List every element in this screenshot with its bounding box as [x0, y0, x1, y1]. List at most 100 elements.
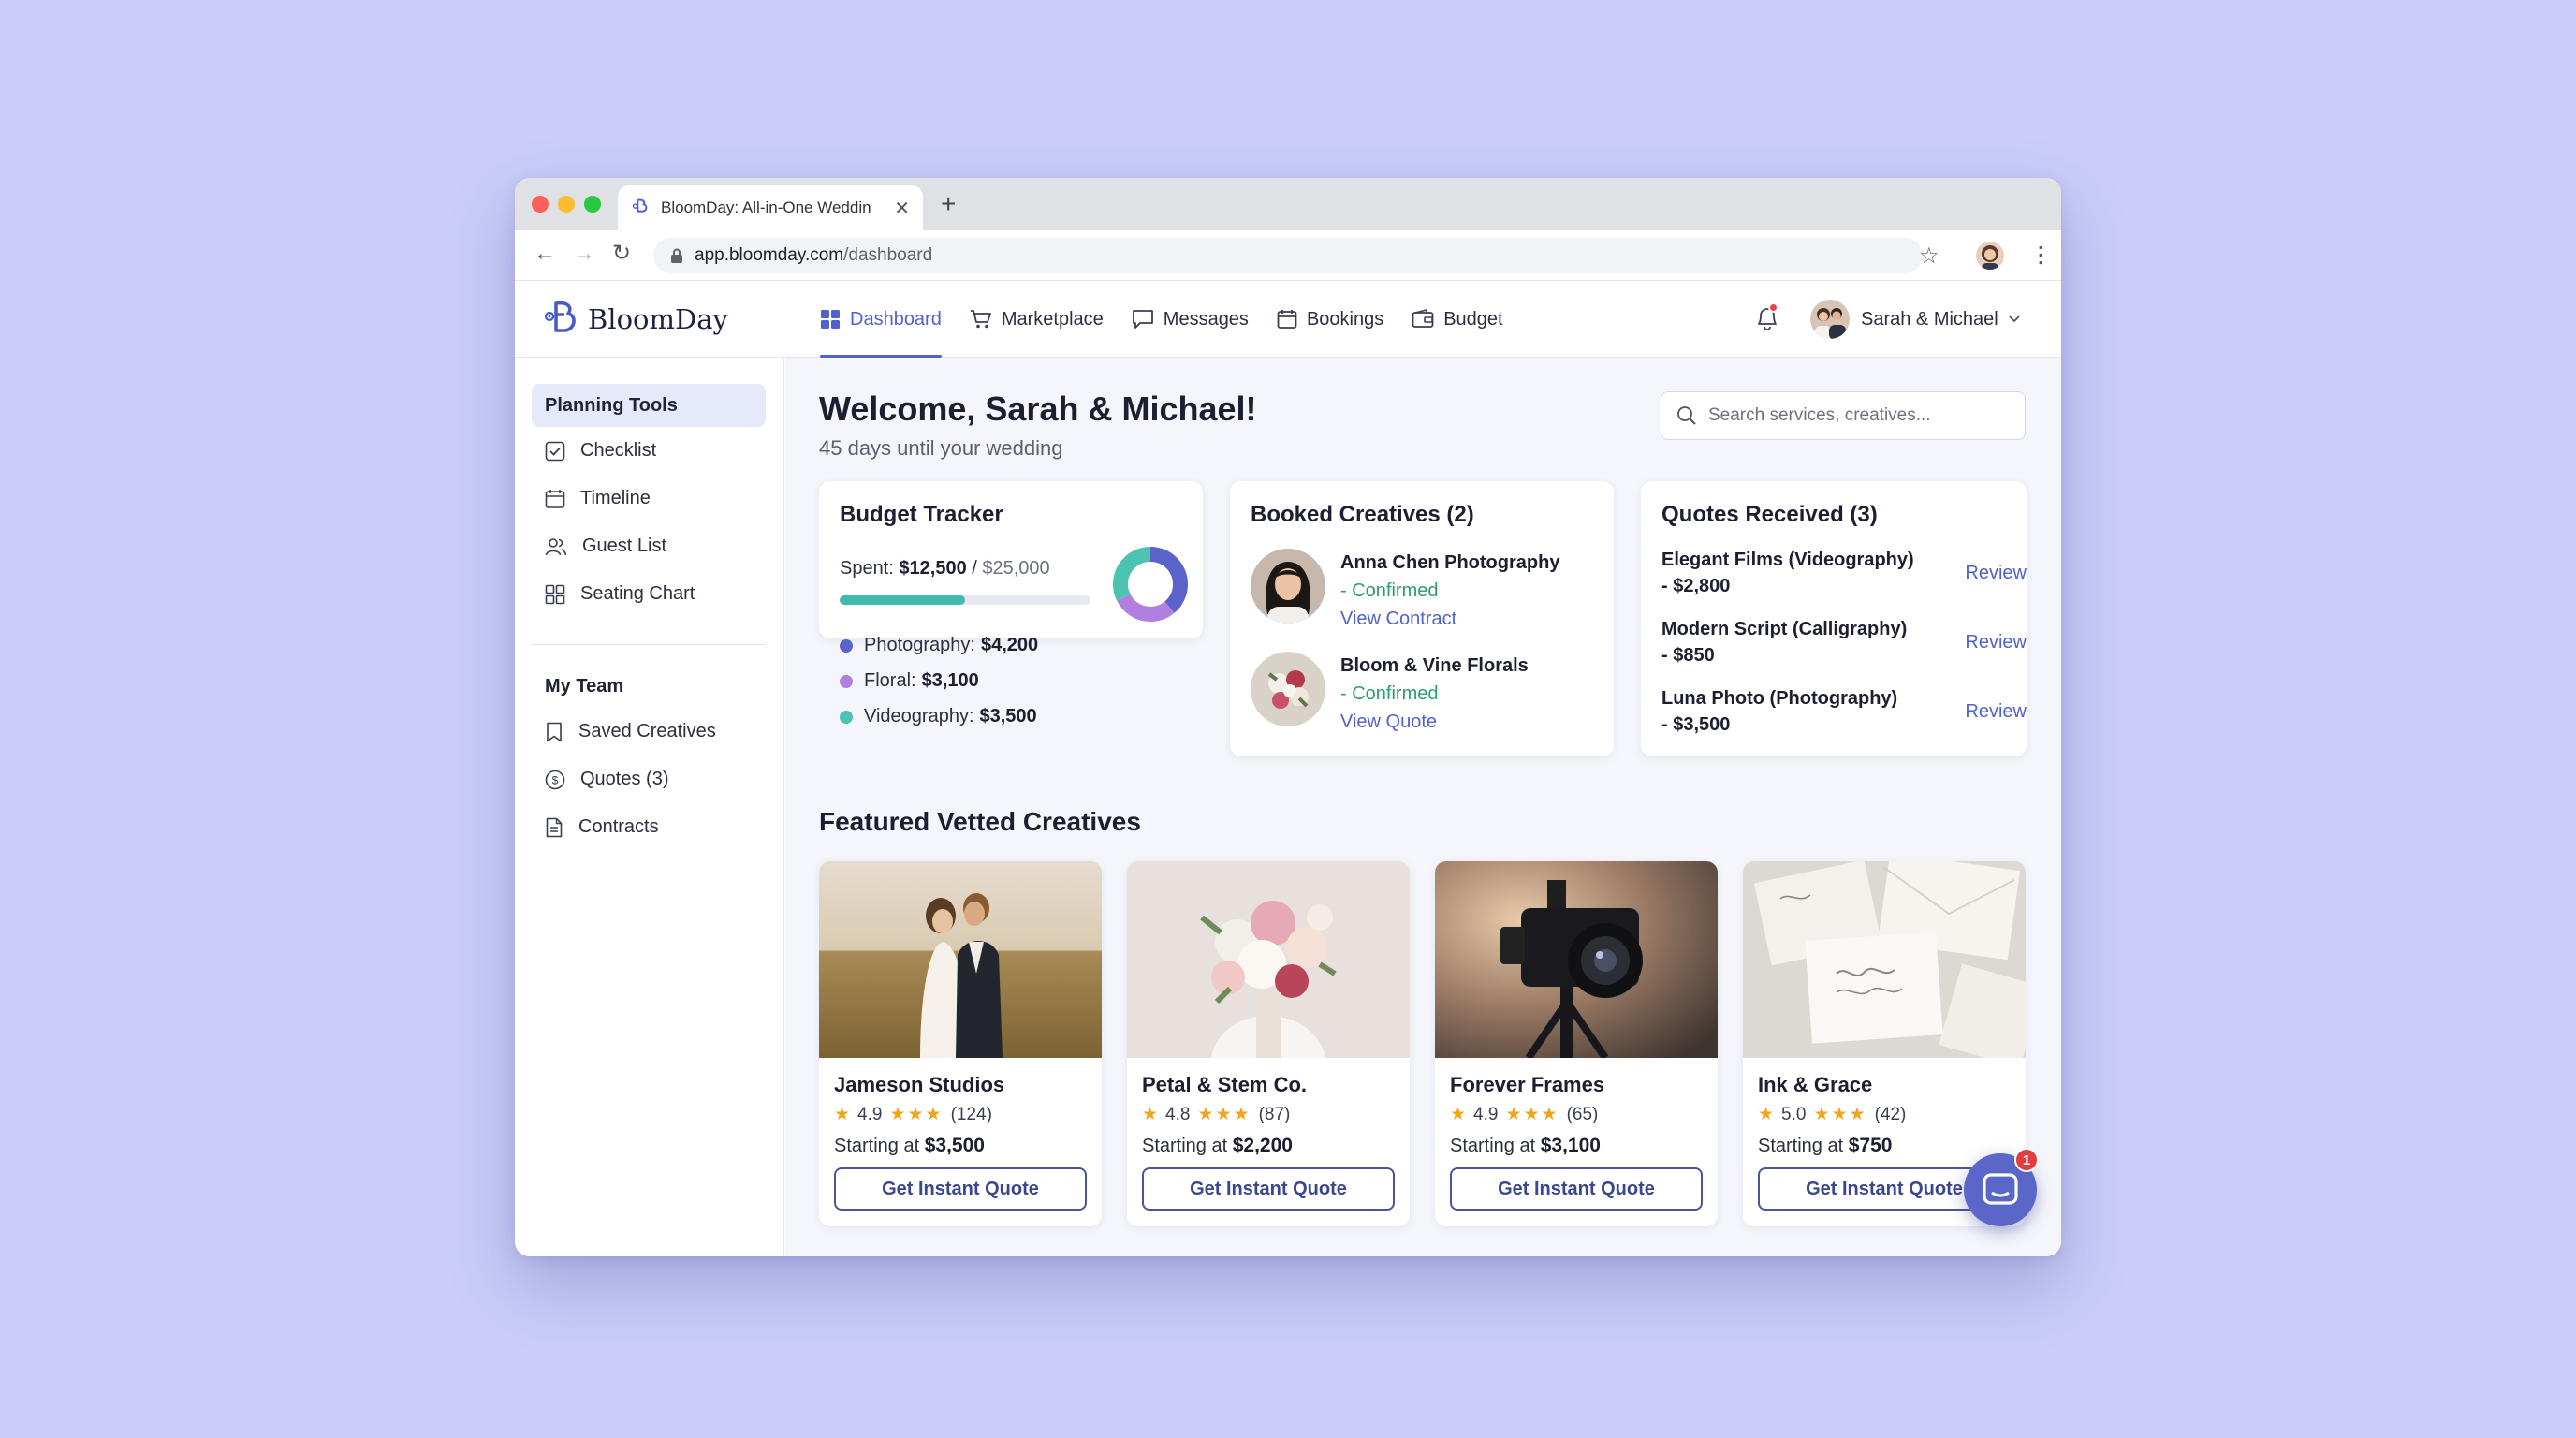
grid-icon [545, 584, 565, 604]
search-input[interactable] [1708, 405, 2008, 426]
rating-value: 5.0 [1781, 1104, 1807, 1124]
sidebar-team-title: My Team [545, 675, 624, 697]
sidebar-item-contracts[interactable]: Contracts [532, 803, 766, 851]
quotes-card-title: Quotes Received (3) [1661, 502, 1878, 527]
chat-bubble-icon [1983, 1173, 2018, 1205]
minimize-window-button[interactable] [558, 196, 575, 213]
browser-profile-avatar[interactable] [1976, 242, 2004, 270]
budget-tracker-card: Budget Tracker Spent: $12,500 / $25,000 … [819, 481, 1203, 726]
nav-budget-label: Budget [1443, 308, 1503, 330]
star-icon: ★ [834, 1105, 851, 1124]
checkbox-icon [545, 441, 565, 461]
sidebar-item-quotes[interactable]: $ Quotes (3) [532, 756, 766, 803]
bookmark-icon [547, 722, 562, 741]
browser-menu-icon[interactable]: ⋮ [2029, 242, 2052, 269]
rating-value: 4.9 [857, 1104, 883, 1124]
url-path: /dashboard [843, 245, 933, 265]
reload-icon[interactable]: ↻ [612, 242, 631, 265]
user-menu[interactable]: Sarah & Michael [1810, 300, 2021, 339]
nav-messages[interactable]: Messages [1132, 281, 1249, 358]
sidebar-item-label: Timeline [580, 488, 651, 508]
review-quote-link[interactable]: Review [1965, 560, 2027, 586]
bloomday-logo[interactable]: BloomDay [541, 298, 728, 341]
stars-icon: ★★★ [1197, 1105, 1251, 1124]
booked-card-title: Booked Creatives (2) [1251, 502, 1474, 527]
creative-price: Starting at $750 [1758, 1135, 1892, 1157]
nav-marketplace[interactable]: Marketplace [970, 281, 1104, 358]
notifications-button[interactable] [1755, 302, 1779, 336]
get-instant-quote-button[interactable]: Get Instant Quote [834, 1167, 1087, 1211]
video-camera-photo [1435, 861, 1718, 1058]
creative-price: Starting at $2,200 [1142, 1135, 1293, 1157]
stars-icon: ★★★ [889, 1105, 944, 1124]
nav-dashboard[interactable]: Dashboard [820, 281, 942, 358]
sidebar-item-seating-chart[interactable]: Seating Chart [532, 570, 766, 618]
booked-item-anna-chen: Anna Chen Photography - Confirmed View C… [1251, 549, 1559, 633]
creative-rating: ★ 4.9 ★★★ (124) [834, 1104, 992, 1125]
couple-avatar [1810, 300, 1850, 339]
price-label: Starting at [1142, 1136, 1228, 1156]
budget-category-amount: $3,500 [979, 706, 1037, 726]
creative-card-jameson-studios[interactable]: Jameson Studios ★ 4.9 ★★★ (124) Starting at… [819, 861, 1102, 1226]
get-instant-quote-button[interactable]: Get Instant Quote [1142, 1167, 1395, 1211]
anna-chen-avatar [1251, 549, 1325, 624]
budget-category-amount: $3,100 [921, 670, 979, 691]
browser-tab[interactable]: BloomDay: All-in-One Weddin ✕ [618, 185, 923, 230]
budget-spent-value: $12,500 [899, 558, 967, 579]
view-quote-link[interactable]: View Quote [1340, 708, 1529, 736]
new-tab-icon[interactable]: + [941, 191, 956, 217]
creative-name: Ink & Grace [1758, 1073, 1873, 1096]
creative-rating: ★ 5.0 ★★★ (42) [1758, 1104, 1906, 1125]
back-arrow-icon[interactable]: ← [534, 242, 556, 265]
legend-dot [840, 674, 853, 688]
address-bar[interactable]: app.bloomday.com/dashboard [653, 238, 1923, 273]
bloomday-logo-icon [544, 301, 576, 332]
nav-dashboard-label: Dashboard [850, 308, 942, 330]
close-tab-icon[interactable]: ✕ [894, 197, 910, 220]
bookmark-star-icon[interactable]: ☆ [1919, 242, 1939, 270]
price-label: Starting at [834, 1136, 920, 1156]
forward-arrow-icon[interactable]: → [573, 242, 595, 265]
close-window-button[interactable] [532, 196, 549, 213]
nav-marketplace-label: Marketplace [1001, 308, 1104, 330]
price-value: $2,200 [1232, 1135, 1293, 1156]
review-quote-link[interactable]: Review [1965, 698, 2027, 725]
review-quote-link[interactable]: Review [1965, 629, 2027, 655]
creative-card-forever-frames[interactable]: Forever Frames ★ 4.9 ★★★ (65) Starting at $… [1435, 861, 1718, 1226]
booked-info: Anna Chen Photography - Confirmed View C… [1340, 549, 1559, 633]
sidebar-item-guest-list[interactable]: Guest List [532, 522, 766, 570]
browser-toolbar: ← → ↻ app.bloomday.com/dashboard ☆ ⋮ [515, 230, 2061, 281]
sidebar-planning: Planning Tools Checklist Timeline Guest … [532, 384, 766, 618]
bloomday-favicon-icon [632, 198, 648, 213]
creative-card-petal-stem[interactable]: Petal & Stem Co. ★ 4.8 ★★★ (87) Starting at… [1127, 861, 1410, 1226]
maximize-window-button[interactable] [584, 196, 601, 213]
couple-wheat-field-photo [819, 861, 1102, 1058]
legend-dot [840, 638, 853, 653]
search-box[interactable] [1661, 391, 2026, 440]
sidebar-item-checklist[interactable]: Checklist [532, 427, 766, 475]
bloom-vine-avatar [1251, 652, 1325, 726]
app-name: BloomDay [588, 303, 728, 335]
user-name: Sarah & Michael [1861, 308, 1998, 330]
browser-window: BloomDay: All-in-One Weddin ✕ + ← → ↻ ap… [515, 178, 2061, 1256]
sidebar-item-saved-creatives[interactable]: Saved Creatives [532, 708, 766, 756]
url-host: app.bloomday.com [695, 245, 844, 265]
chat-unread-badge: 1 [2014, 1148, 2039, 1172]
budget-spent-line: Spent: $12,500 / $25,000 [840, 558, 1050, 579]
quote-item-modern-script: Modern Script (Calligraphy) - $850 Revie… [1661, 616, 2027, 668]
get-instant-quote-button[interactable]: Get Instant Quote [1450, 1167, 1703, 1211]
booked-item-bloom-vine: Bloom & Vine Florals - Confirmed View Qu… [1251, 652, 1529, 736]
nav-budget[interactable]: Budget [1412, 281, 1503, 358]
sidebar-item-timeline[interactable]: Timeline [532, 475, 766, 522]
document-icon [546, 817, 563, 837]
star-icon: ★ [1758, 1105, 1775, 1124]
view-contract-link[interactable]: View Contract [1340, 605, 1559, 633]
creative-price: Starting at $3,100 [1450, 1135, 1601, 1157]
chat-button[interactable]: 1 [1964, 1148, 2039, 1226]
users-icon [545, 537, 567, 555]
nav-bookings[interactable]: Bookings [1277, 281, 1383, 358]
sidebar-planning-title[interactable]: Planning Tools [532, 384, 766, 427]
quote-amount: - $850 [1661, 645, 1715, 666]
budget-category-amount: $4,200 [980, 635, 1039, 655]
booked-name: Bloom & Vine Florals [1340, 655, 1529, 676]
